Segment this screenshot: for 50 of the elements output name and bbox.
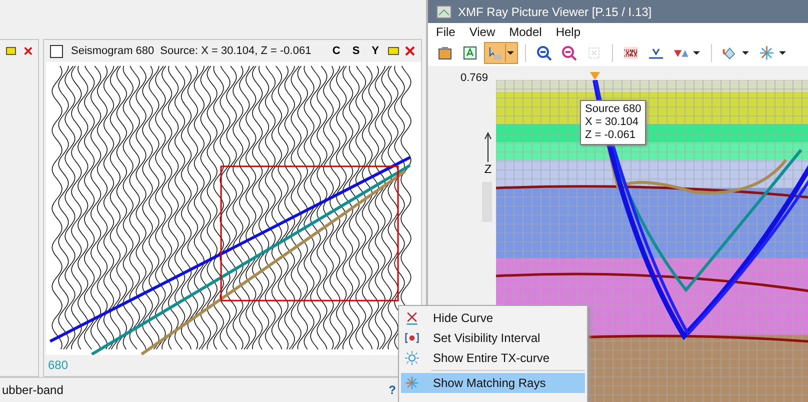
menu-item[interactable]: Hide Curve bbox=[401, 308, 585, 328]
source-coordinates: Source: X = 30.104, Z = -0.061 bbox=[160, 45, 312, 58]
travel-time-curve[interactable] bbox=[49, 156, 411, 343]
panel-button[interactable]: Y bbox=[368, 45, 382, 58]
menu-item[interactable]: View bbox=[469, 25, 496, 40]
caret-icon bbox=[778, 51, 786, 56]
caret-icon bbox=[507, 51, 514, 56]
fill-icon bbox=[722, 45, 738, 62]
cross-icon bbox=[405, 311, 419, 325]
axis-value: 0.769 bbox=[460, 72, 488, 84]
axis-label: Z bbox=[484, 162, 492, 176]
tooltip-text: X = 30.104 bbox=[585, 116, 640, 129]
tooltip-text: Source 680 bbox=[585, 103, 642, 116]
window-title: XMF Ray Picture Viewer [P.15 / I.13] bbox=[458, 4, 652, 19]
star-icon bbox=[405, 376, 419, 390]
menu-item[interactable]: Model bbox=[509, 25, 542, 40]
tooltip-text: Z = -0.061 bbox=[585, 129, 636, 142]
pointer-icon bbox=[487, 45, 502, 62]
help-icon[interactable]: ? bbox=[388, 383, 396, 398]
rectangle-icon[interactable] bbox=[388, 47, 399, 56]
caret-icon bbox=[742, 51, 749, 56]
menu-item[interactable]: Help bbox=[556, 25, 581, 40]
travel-time-curve[interactable] bbox=[91, 164, 411, 355]
checkbox[interactable] bbox=[50, 44, 63, 58]
letter-icon bbox=[462, 45, 478, 62]
panel-button[interactable]: C bbox=[329, 45, 344, 58]
menu-item[interactable]: Set Visibility Interval bbox=[401, 328, 585, 348]
letters-icon bbox=[623, 45, 639, 62]
rectangle-icon[interactable] bbox=[6, 47, 16, 56]
travel-time-curve[interactable] bbox=[140, 170, 406, 355]
close-icon[interactable] bbox=[405, 46, 415, 56]
clipboard-icon bbox=[437, 45, 453, 62]
panel-title: Seismogram 680 bbox=[71, 45, 154, 58]
app-icon bbox=[436, 4, 452, 19]
menu-item[interactable]: Show Entire TX-curve bbox=[401, 348, 585, 368]
status-text: ubber-band bbox=[2, 383, 64, 398]
menu-item[interactable]: File bbox=[436, 25, 456, 40]
close-icon[interactable] bbox=[24, 46, 32, 56]
caret-icon bbox=[692, 51, 700, 56]
brackets-icon bbox=[405, 331, 419, 345]
panel-button[interactable]: S bbox=[349, 45, 363, 58]
zoom-out-icon bbox=[561, 45, 577, 62]
sun-icon bbox=[405, 351, 419, 365]
axis-arrow-icon bbox=[484, 132, 492, 162]
toolbar-button[interactable] bbox=[484, 42, 518, 64]
zoom-in-icon bbox=[536, 45, 552, 62]
fit-icon bbox=[586, 45, 602, 62]
menu-item[interactable]: Show Matching Rays bbox=[401, 373, 585, 393]
star-icon bbox=[759, 45, 774, 62]
trace-number: 680 bbox=[48, 358, 68, 372]
